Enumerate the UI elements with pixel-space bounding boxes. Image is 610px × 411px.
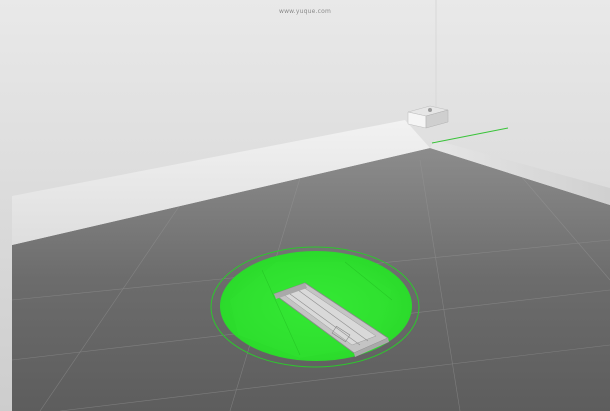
scene-canvas[interactable] — [0, 0, 610, 411]
watermark-text: www.yuque.com — [278, 8, 332, 15]
3d-viewport[interactable]: www.yuque.com — [0, 0, 610, 411]
